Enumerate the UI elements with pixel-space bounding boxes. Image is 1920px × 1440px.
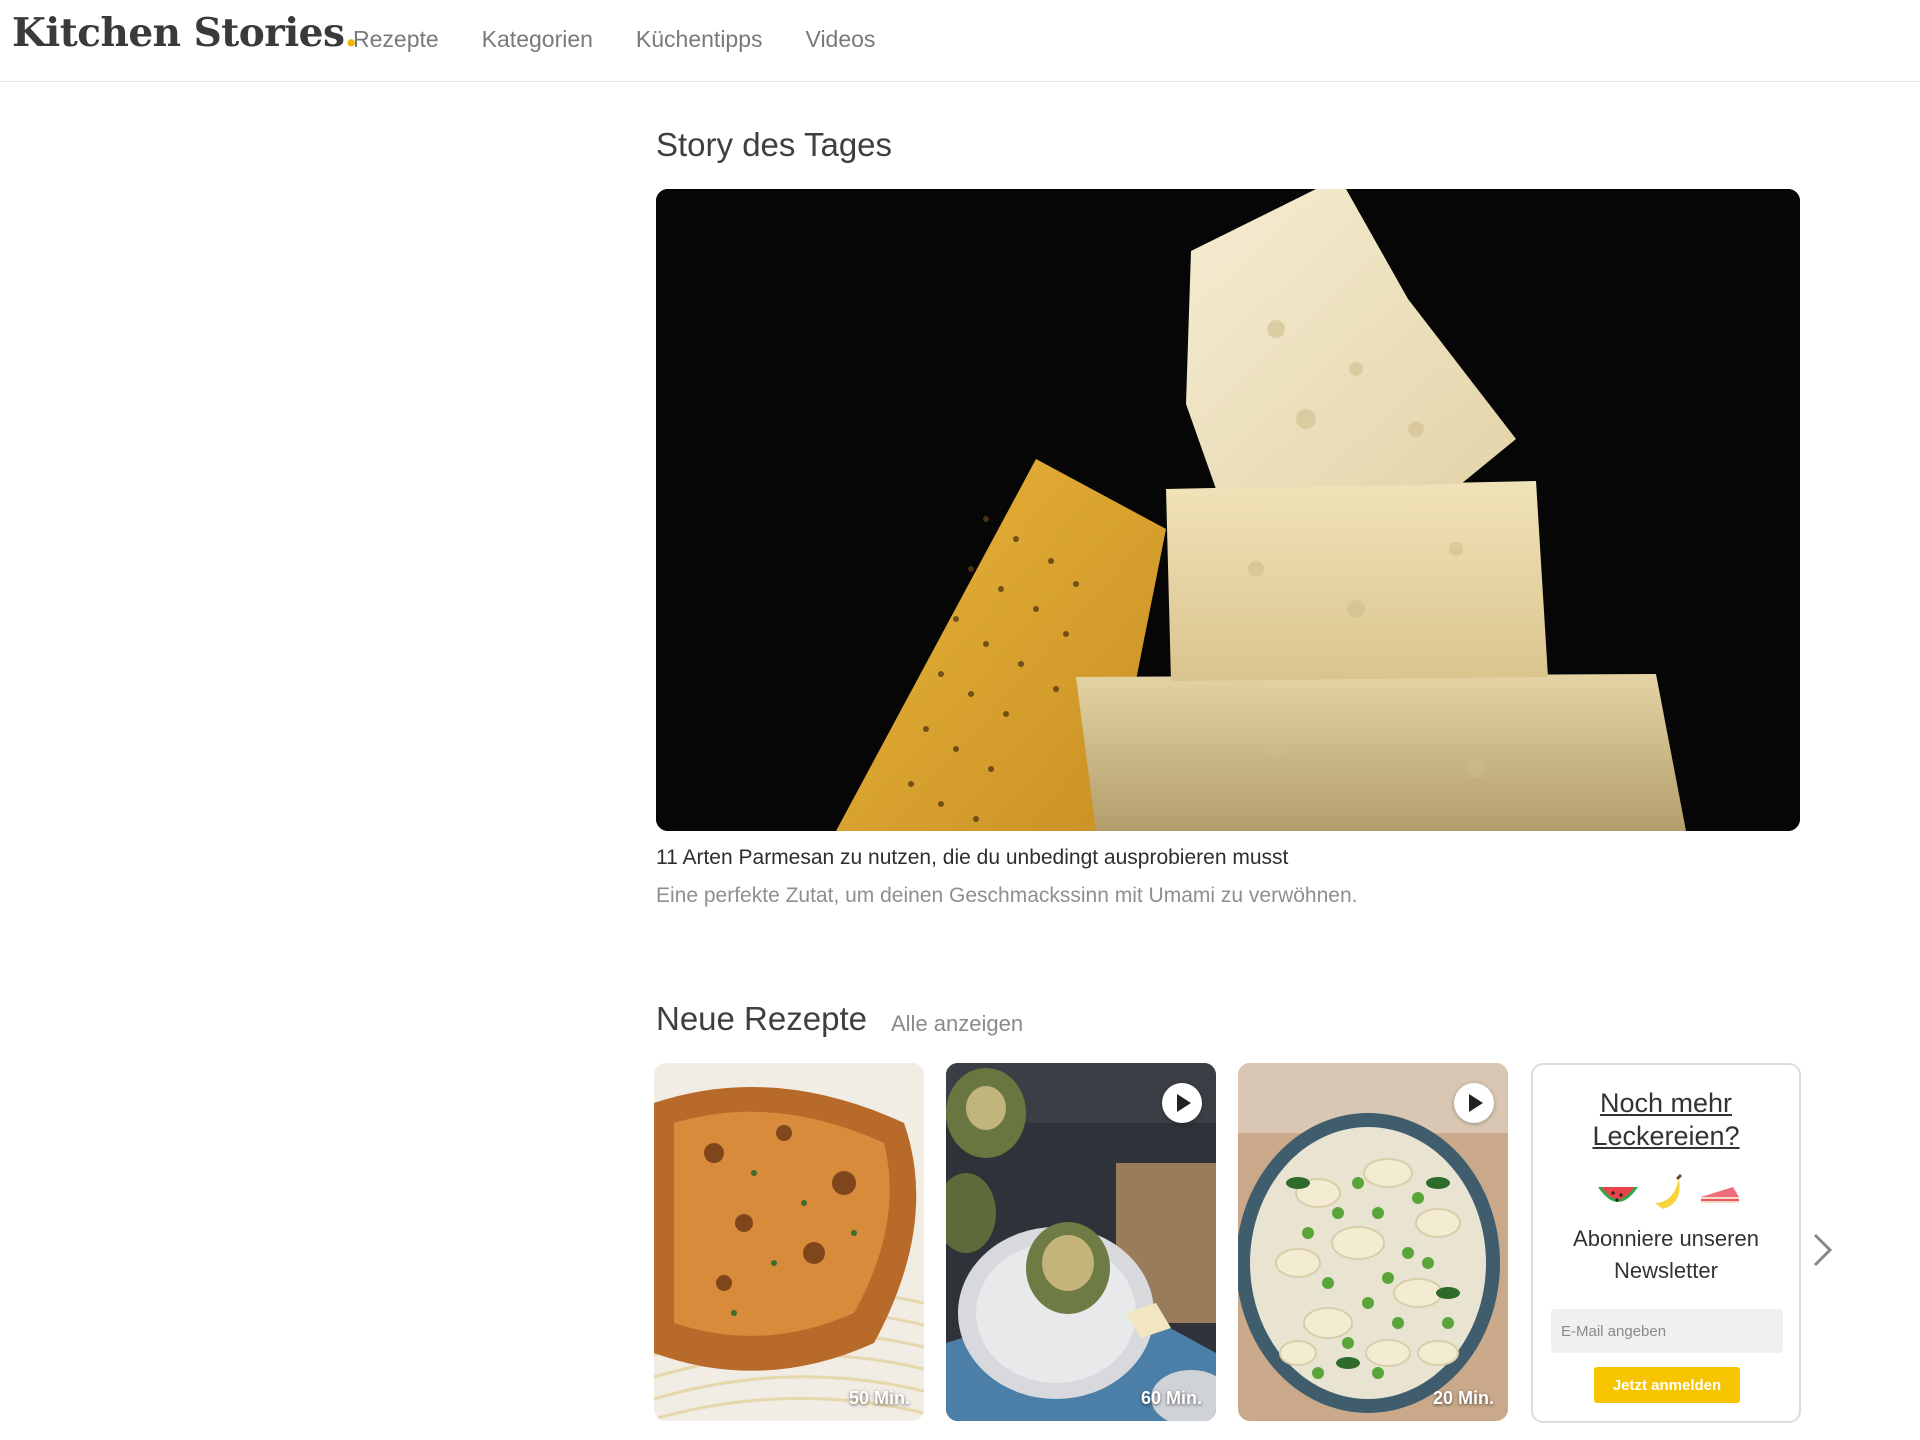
recipe-card[interactable]: 60 Min. (946, 1063, 1216, 1421)
nav-item-kategorien[interactable]: Kategorien (482, 26, 593, 53)
newsletter-text: Abonniere unseren Newsletter (1573, 1226, 1759, 1283)
story-section-title: Story des Tages (656, 126, 893, 163)
logo-text: Kitchen Stories (12, 10, 345, 56)
recipe-card[interactable]: 50 Min. (654, 1063, 924, 1421)
recipes-section-title: Neue Rezepte (656, 1000, 867, 1037)
site-logo[interactable]: Kitchen Stories. (12, 10, 358, 56)
story-title[interactable]: 11 Arten Parmesan zu nutzen, die du unbe… (656, 846, 1288, 870)
play-video-icon[interactable] (1162, 1083, 1202, 1123)
food-emoji-icons (1598, 1173, 1739, 1209)
banana-icon (1655, 1173, 1683, 1209)
see-all-link[interactable]: Alle anzeigen (891, 1011, 1023, 1037)
play-video-icon[interactable] (1454, 1083, 1494, 1123)
story-subtitle: Eine perfekte Zutat, um deinen Geschmack… (656, 884, 1358, 907)
subscribe-button[interactable]: Jetzt anmelden (1594, 1367, 1740, 1403)
nav-item-kuechentipps[interactable]: Küchentipps (636, 26, 763, 53)
recipe-time: 50 Min. (848, 1388, 910, 1408)
nav-item-videos[interactable]: Videos (806, 26, 876, 53)
newsletter-title[interactable]: Noch mehr Leckereien? (1533, 1087, 1799, 1153)
recipe-card[interactable]: 20 Min. (1238, 1063, 1508, 1421)
main-nav: Rezepte Kategorien Küchentipps Videos (353, 26, 875, 53)
email-field[interactable] (1551, 1309, 1783, 1353)
recipe-time: 60 Min. (1140, 1388, 1202, 1408)
cake-icon (1701, 1187, 1739, 1203)
recipe-time: 20 Min. (1432, 1388, 1494, 1408)
nav-item-rezepte[interactable]: Rezepte (353, 26, 439, 53)
story-hero-image[interactable] (656, 189, 1800, 831)
site-header: Kitchen Stories. Rezepte Kategorien Küch… (0, 0, 1920, 82)
chevron-right-icon[interactable] (1810, 1230, 1836, 1270)
watermelon-icon (1598, 1187, 1638, 1202)
newsletter-card: Noch mehr Leckereien? Abonniere unseren … (1531, 1063, 1801, 1423)
